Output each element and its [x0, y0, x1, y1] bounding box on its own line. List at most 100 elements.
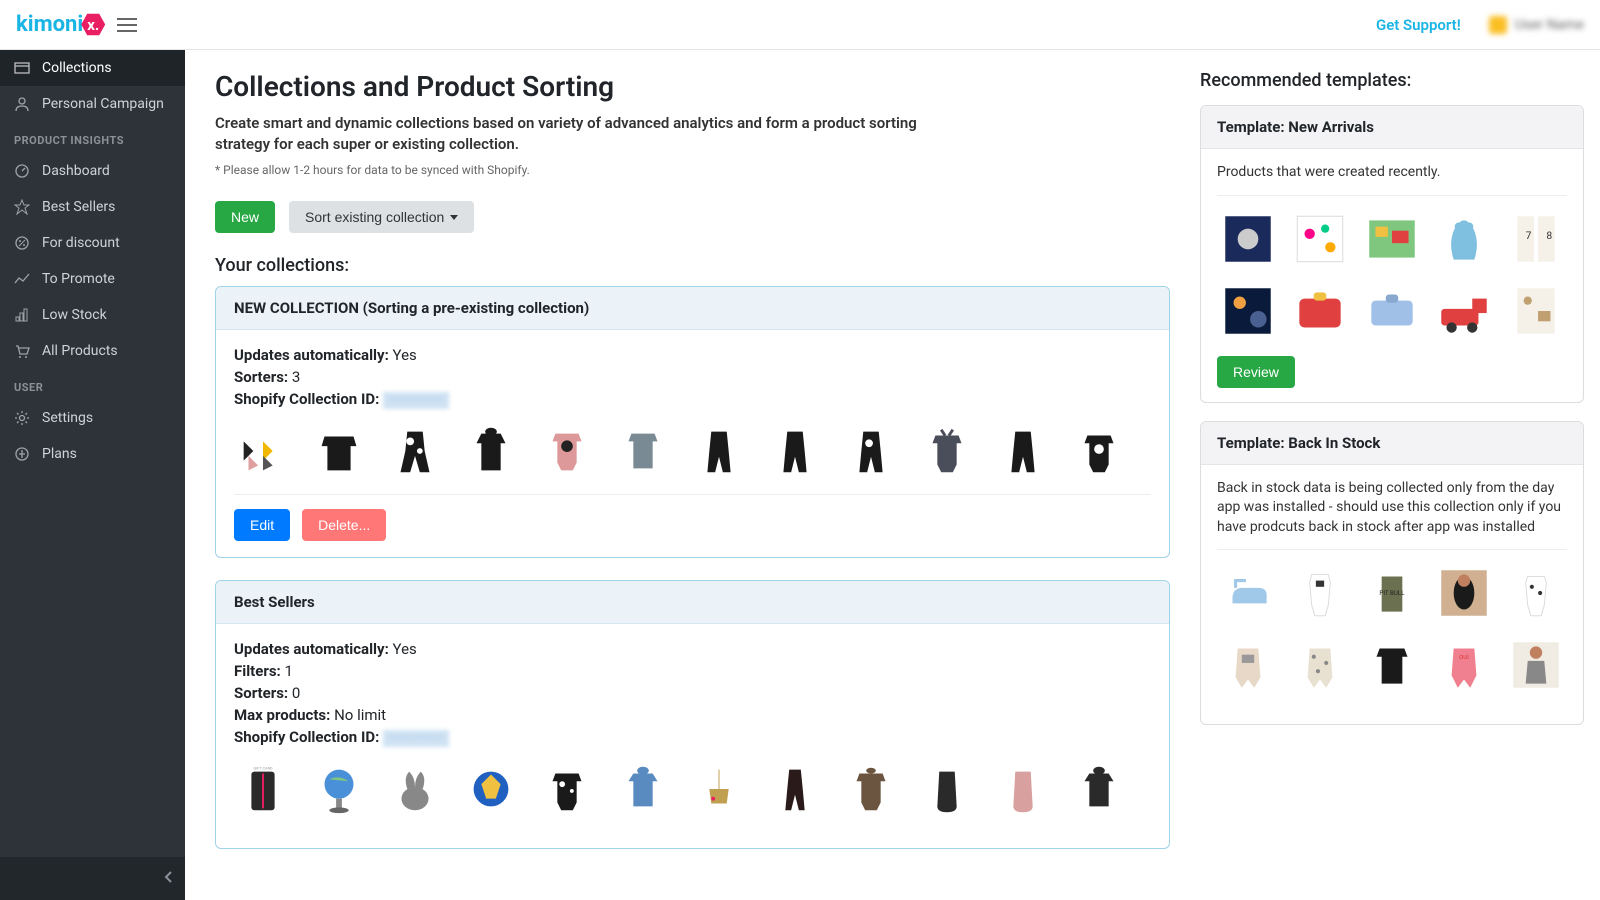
- meta-value: 3: [292, 368, 300, 386]
- product-thumb: [1361, 208, 1423, 270]
- sidebar-item-collections[interactable]: Collections: [0, 50, 185, 86]
- logo[interactable]: kimonix.: [16, 12, 105, 37]
- collection-card: Best Sellers Updates automatically: Yes …: [215, 580, 1170, 849]
- meta-label: Max products:: [234, 706, 330, 724]
- sidebar-item-label: To Promote: [42, 271, 115, 287]
- sidebar-collapse[interactable]: [0, 857, 185, 900]
- sidebar-item-label: Low Stock: [42, 307, 107, 323]
- product-thumb: [310, 760, 368, 818]
- meta-value: 0: [292, 684, 300, 702]
- product-thumb: [690, 422, 748, 480]
- logo-hex-icon: x.: [81, 13, 105, 37]
- sidebar-item-personal-campaign[interactable]: Personal Campaign: [0, 86, 185, 122]
- sort-existing-label: Sort existing collection: [305, 209, 444, 225]
- sidebar-item-settings[interactable]: Settings: [0, 400, 185, 436]
- product-thumb: GIFT CARD: [234, 760, 292, 818]
- template-header: Template: New Arrivals: [1201, 106, 1583, 149]
- sidebar-item-dashboard[interactable]: Dashboard: [0, 153, 185, 189]
- template-card: Template: Back In Stock Back in stock da…: [1200, 421, 1584, 726]
- gear-icon: [14, 410, 30, 426]
- collection-card: NEW COLLECTION (Sorting a pre-existing c…: [215, 286, 1170, 558]
- sidebar-item-all-products[interactable]: All Products: [0, 333, 185, 369]
- get-support-link[interactable]: Get Support!: [1376, 16, 1461, 34]
- product-thumb: [766, 422, 824, 480]
- product-thumb: 78: [1505, 208, 1567, 270]
- product-thumb: [994, 422, 1052, 480]
- delete-button[interactable]: Delete...: [302, 509, 386, 541]
- product-thumb: PIT BULL: [1361, 562, 1423, 624]
- product-thumb: [1217, 208, 1279, 270]
- sidebar-item-label: Settings: [42, 410, 93, 426]
- page-title: Collections and Product Sorting: [215, 70, 1170, 103]
- product-thumb: [1505, 634, 1567, 696]
- cart-icon: [14, 343, 30, 359]
- sidebar-item-label: Dashboard: [42, 163, 110, 179]
- product-thumb: [462, 760, 520, 818]
- meta-value: Yes: [393, 346, 417, 364]
- product-thumb: [690, 760, 748, 818]
- svg-text:GIFT CARD: GIFT CARD: [254, 766, 273, 771]
- your-collections-heading: Your collections:: [215, 255, 1170, 276]
- sidebar-item-low-stock[interactable]: Low Stock: [0, 297, 185, 333]
- product-thumb: [1070, 422, 1128, 480]
- product-thumb: [766, 760, 824, 818]
- user-avatar-icon: [1489, 16, 1507, 34]
- meta-label: Shopify Collection ID:: [234, 390, 379, 408]
- hamburger-icon: [117, 18, 137, 32]
- product-thumb: [842, 422, 900, 480]
- product-thumb: [918, 760, 976, 818]
- product-thumbs: [234, 422, 1151, 495]
- product-thumbs: GIFT CARD: [234, 760, 1151, 818]
- menu-toggle[interactable]: [117, 18, 137, 32]
- template-desc: Back in stock data is being collected on…: [1217, 479, 1567, 551]
- page-note: * Please allow 1-2 hours for data to be …: [215, 163, 1170, 177]
- product-thumb: [1289, 208, 1351, 270]
- trend-icon: [14, 271, 30, 287]
- product-thumb: [1361, 280, 1423, 342]
- sidebar-item-best-sellers[interactable]: Best Sellers: [0, 189, 185, 225]
- review-button[interactable]: Review: [1217, 356, 1295, 388]
- edit-button[interactable]: Edit: [234, 509, 290, 541]
- svg-text:oui: oui: [1459, 652, 1469, 661]
- product-thumb: [1289, 562, 1351, 624]
- sidebar-item-to-promote[interactable]: To Promote: [0, 261, 185, 297]
- meta-label: Sorters:: [234, 684, 288, 702]
- product-thumb: [994, 760, 1052, 818]
- sidebar-item-label: Personal Campaign: [42, 96, 164, 112]
- product-thumb: [1433, 562, 1495, 624]
- sidebar-item-for-discount[interactable]: For discount: [0, 225, 185, 261]
- template-thumbs: PIT BULL oui: [1217, 562, 1567, 696]
- main-content: Collections and Product Sorting Create s…: [185, 50, 1200, 900]
- sidebar-section-insights: PRODUCT INSIGHTS: [0, 122, 185, 153]
- sort-existing-button[interactable]: Sort existing collection: [289, 201, 474, 233]
- svg-text:8: 8: [1546, 229, 1552, 242]
- product-thumb: [1505, 280, 1567, 342]
- product-thumb: [1070, 760, 1128, 818]
- product-thumb: [538, 760, 596, 818]
- template-desc: Products that were created recently.: [1217, 163, 1567, 196]
- product-thumb: [386, 422, 444, 480]
- product-thumb: [1505, 562, 1567, 624]
- percent-icon: [14, 235, 30, 251]
- product-thumb: [1217, 280, 1279, 342]
- sidebar-item-plans[interactable]: Plans: [0, 436, 185, 472]
- product-thumb: [1289, 634, 1351, 696]
- page-description: Create smart and dynamic collections bas…: [215, 113, 975, 155]
- logo-text: kimoni: [16, 12, 83, 37]
- product-thumb: [538, 422, 596, 480]
- new-button[interactable]: New: [215, 201, 275, 233]
- user-badge[interactable]: User Name: [1489, 16, 1584, 34]
- meta-value: No limit: [334, 706, 386, 724]
- product-thumb: [918, 422, 976, 480]
- meta-value: Yes: [393, 640, 417, 658]
- dashboard-icon: [14, 163, 30, 179]
- product-thumb: [1361, 634, 1423, 696]
- product-thumb: oui: [1433, 634, 1495, 696]
- sidebar: Collections Personal Campaign PRODUCT IN…: [0, 50, 185, 900]
- sidebar-item-label: For discount: [42, 235, 120, 251]
- template-header: Template: Back In Stock: [1201, 422, 1583, 465]
- product-thumb: [614, 422, 672, 480]
- collection-title: NEW COLLECTION (Sorting a pre-existing c…: [216, 287, 1169, 330]
- product-thumb: [1217, 562, 1279, 624]
- meta-label: Updates automatically:: [234, 346, 389, 364]
